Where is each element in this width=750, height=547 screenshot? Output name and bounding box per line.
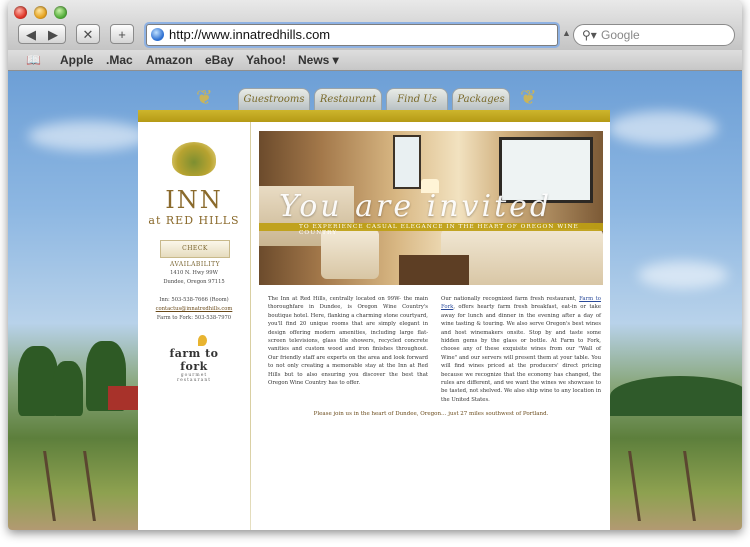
hero-window-left [393, 135, 421, 189]
hero-image: You are invited TO EXPERIENCE CASUAL ELE… [259, 131, 603, 285]
back-forward-buttons: ◀ ▶ [18, 24, 66, 44]
barn [108, 386, 140, 410]
zoom-window-button[interactable] [54, 6, 67, 19]
add-bookmark-button[interactable]: + [110, 24, 134, 44]
tab-packages[interactable]: Packages [452, 88, 510, 110]
ftf-logo-sub: gourmet restaurant [176, 373, 212, 383]
tree [53, 361, 83, 416]
bookmark-ebay[interactable]: eBay [205, 53, 234, 67]
browser-toolbar: ◀ ▶ ✕ + http://www.innatredhills.com ▲ ⚲▾… [8, 0, 742, 51]
url-text: http://www.innatredhills.com [169, 27, 331, 42]
bookmark-news[interactable]: News ▾ [298, 53, 339, 67]
back-button[interactable]: ◀ [20, 25, 42, 45]
search-icon: ⚲▾ [582, 28, 597, 42]
vineyard-post [83, 451, 96, 521]
cloud [638, 261, 728, 289]
address-line-1: 1410 N. Hwy 99W [170, 270, 218, 276]
minimize-window-button[interactable] [34, 6, 47, 19]
logo-subtitle: at RED HILLS [148, 214, 240, 227]
restaurant-paragraph: Our nationally recognized farm fresh res… [441, 295, 601, 404]
header-bar [138, 110, 610, 122]
search-field[interactable]: ⚲▾ Google [573, 24, 735, 46]
ftf-logo-text: farm to fork [169, 347, 219, 373]
stop-button[interactable]: ✕ [76, 24, 100, 44]
hero-script-title: You are invited [279, 189, 553, 224]
check-availability-button[interactable]: CHECK AVAILABILITY [160, 240, 230, 268]
hills [610, 376, 742, 416]
close-window-button[interactable] [14, 6, 27, 19]
globe-icon [151, 28, 164, 41]
vine-ornament-left: ❦ [196, 85, 213, 109]
hero-chair [321, 229, 379, 279]
closing-line: Please join us in the heart of Dundee, O… [313, 411, 549, 417]
restaurant-text-post: , offers hearty farm fresh breakfast, ea… [441, 304, 601, 403]
bookmark-yahoo[interactable]: Yahoo! [246, 53, 286, 67]
bottom-fade [138, 440, 610, 530]
tab-guestrooms[interactable]: Guestrooms [238, 88, 310, 110]
restaurant-text-pre: Our nationally recognized farm fresh res… [441, 296, 577, 302]
page-panel: INN at RED HILLS CHECK AVAILABILITY 1410… [138, 110, 610, 530]
address-bar[interactable]: http://www.innatredhills.com [146, 24, 558, 46]
forward-button[interactable]: ▶ [42, 25, 64, 45]
browser-window: ◀ ▶ ✕ + http://www.innatredhills.com ▲ ⚲▾… [8, 0, 742, 530]
tab-restaurant[interactable]: Restaurant [314, 88, 382, 110]
vineyard-post [43, 451, 56, 521]
farm-to-fork-logo[interactable]: farm to fork gourmet restaurant [164, 335, 224, 383]
book-icon[interactable]: 📖 [26, 53, 41, 67]
cloud [608, 111, 718, 145]
intro-paragraph: The Inn at Red Hills, centrally located … [268, 296, 428, 387]
address-line-2: Dundee, Oregon 97115 [163, 279, 225, 285]
email-link-wrap: contactus@innatredhills.com [138, 306, 250, 312]
vineyard-post [628, 451, 641, 521]
logo-title[interactable]: INN [138, 186, 250, 214]
bookmarks-bar: 📖 Apple .Mac Amazon eBay Yahoo! News ▾ [8, 50, 742, 71]
leaf-icon [198, 335, 207, 346]
search-placeholder: Google [601, 28, 640, 42]
hero-ottoman [399, 255, 469, 285]
hero-tagline: TO EXPERIENCE CASUAL ELEGANCE IN THE HEA… [299, 224, 579, 236]
phone-inn: Inn: 503-538-7666 (Room) [159, 297, 229, 303]
bookmark-amazon[interactable]: Amazon [146, 53, 193, 67]
tab-find-us[interactable]: Find Us [386, 88, 448, 110]
web-page-viewport: ❦ ❦ Guestrooms Restaurant Find Us Packag… [8, 71, 742, 530]
vineyard-emblem-icon [172, 142, 216, 176]
vine-ornament-right: ❦ [520, 85, 537, 109]
vineyard-post [683, 451, 696, 521]
bookmark-apple[interactable]: Apple [60, 53, 93, 67]
phone-ftf: Farm to Fork: 503-538-7970 [156, 315, 232, 321]
bookmark-mac[interactable]: .Mac [106, 53, 133, 67]
email-link[interactable]: contactus@innatredhills.com [156, 306, 233, 312]
snapback-icon[interactable]: ▲ [562, 28, 571, 38]
tree [18, 346, 58, 416]
cloud [28, 121, 148, 151]
